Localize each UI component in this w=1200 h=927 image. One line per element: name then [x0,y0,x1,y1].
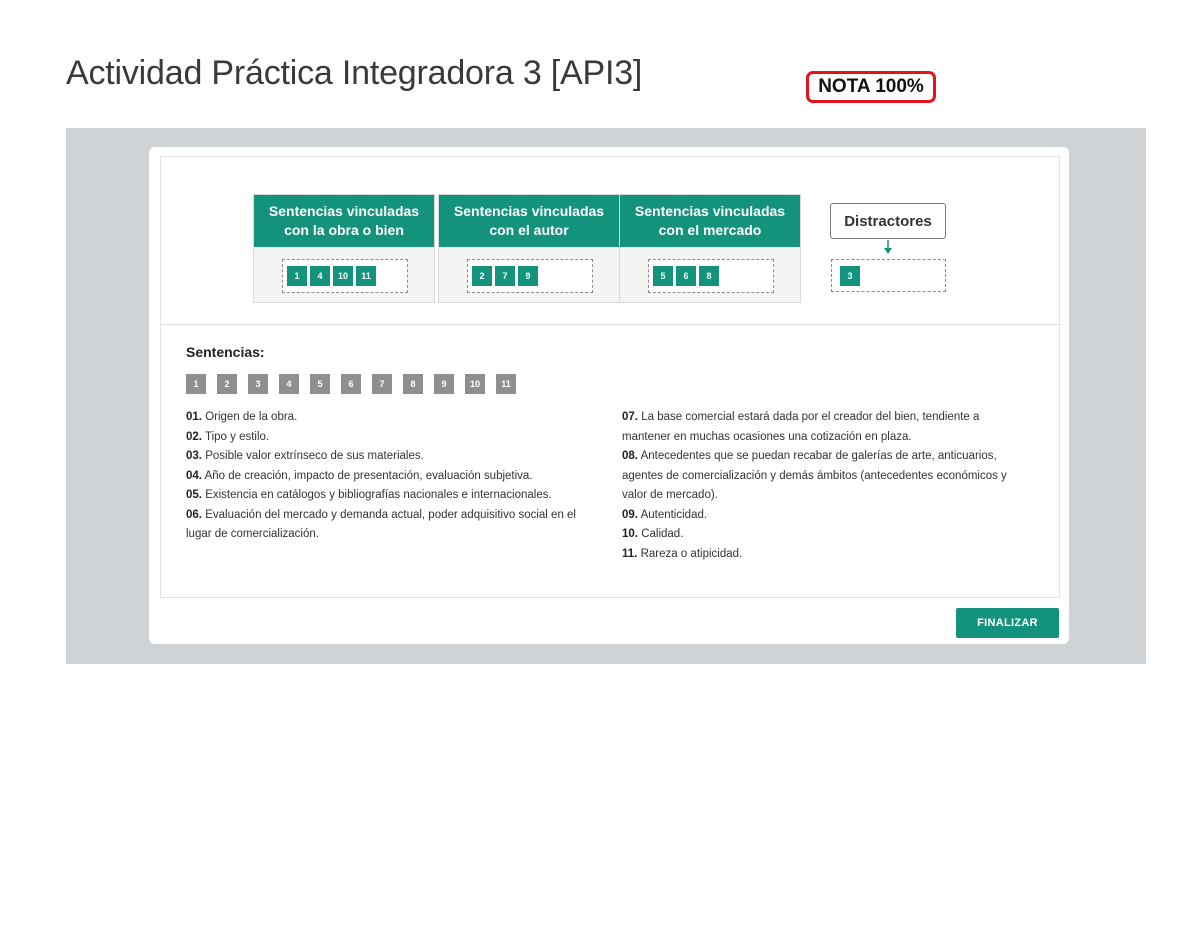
category-header: Sentencias vinculadas con el autor [439,195,619,247]
bank-chip[interactable]: 8 [403,374,423,394]
bank-chip[interactable]: 4 [279,374,299,394]
sentence-text: Antecedentes que se puedan recabar de ga… [622,450,1007,501]
sentence-number: 05. [186,489,202,501]
sentence-item: 11. Rareza o atipicidad. [622,545,1027,565]
sentence-bank: 1 2 3 4 5 6 7 8 9 10 11 [186,374,516,394]
sentence-text: Origen de la obra. [205,411,298,423]
sentence-text: Calidad. [641,528,684,540]
sentence-text: Tipo y estilo. [205,430,270,443]
sentence-chip[interactable]: 9 [518,266,538,286]
sentence-chip[interactable]: 5 [653,266,673,286]
bank-chip[interactable]: 7 [372,374,392,394]
sentence-item: 08. Antecedentes que se puedan recabar d… [622,447,1027,506]
bank-chip[interactable]: 9 [434,374,454,394]
sentence-text: Autenticidad. [640,508,708,521]
dropzone-mercado[interactable]: 5 6 8 [648,259,774,293]
sentence-number: 11. [622,547,638,560]
bank-chip[interactable]: 1 [186,374,206,394]
sentence-chip[interactable]: 8 [699,266,719,286]
sentence-number: 03. [186,450,202,462]
category-mercado: Sentencias vinculadas con el mercado 5 6… [619,194,801,303]
sentence-item: 10. Calidad. [622,525,1027,545]
sentence-chip[interactable]: 1 [287,266,307,286]
sentence-item: 07. La base comercial estará dada por el… [622,408,1027,447]
bank-chip[interactable]: 10 [465,374,485,394]
sentence-number: 08. [622,450,638,462]
sentence-number: 07. [622,411,638,423]
grade-badge: NOTA 100% [806,71,936,103]
sentence-chip[interactable]: 3 [840,265,860,286]
finish-button[interactable]: FINALIZAR [956,608,1059,638]
dropzone-distractors[interactable]: 3 [831,259,946,292]
sentence-number: 01. [186,411,202,423]
sentence-text: La base comercial estará dada por el cre… [622,411,980,443]
sentence-text: Posible valor extrínseco de sus material… [205,450,424,462]
sentence-number: 02. [186,430,202,443]
sentence-number: 09. [622,508,638,521]
sentence-number: 06. [186,508,202,521]
sentence-item: 06. Evaluación del mercado y demanda act… [186,506,596,545]
sentence-item: 03. Posible valor extrínseco de sus mate… [186,447,596,467]
dropzone-obra[interactable]: 1 4 10 11 [282,259,408,293]
category-header: Sentencias vinculadas con la obra o bien [254,195,434,247]
category-obra: Sentencias vinculadas con la obra o bien… [253,194,435,303]
sentence-item: 04. Año de creación, impacto de presenta… [186,467,596,487]
sentence-text: Año de creación, impacto de presentación… [204,469,533,482]
sentence-list-left: 01. Origen de la obra. 02. Tipo y estilo… [186,408,596,545]
bank-chip[interactable]: 5 [310,374,330,394]
sentence-item: 09. Autenticidad. [622,506,1027,526]
section-divider [160,324,1060,325]
category-header-label: Sentencias vinculadas con el autor [453,203,605,238]
sentence-chip[interactable]: 10 [333,266,353,286]
bank-chip[interactable]: 11 [496,374,516,394]
sentence-number: 04. [186,469,202,482]
bank-chip[interactable]: 2 [217,374,237,394]
sentence-text: Evaluación del mercado y demanda actual,… [186,508,576,541]
sentence-chip[interactable]: 7 [495,266,515,286]
sentence-number: 10. [622,528,638,540]
category-header: Sentencias vinculadas con el mercado [620,195,800,247]
sentence-chip[interactable]: 6 [676,266,696,286]
sentence-chip[interactable]: 2 [472,266,492,286]
category-header-label: Sentencias vinculadas con la obra o bien [268,203,420,238]
category-header-label: Sentencias vinculadas con el mercado [634,203,786,238]
arrow-down-icon [884,240,892,254]
sentence-text: Existencia en catálogos y bibliografías … [205,489,552,501]
bank-chip[interactable]: 3 [248,374,268,394]
bank-chip[interactable]: 6 [341,374,361,394]
sentence-item: 05. Existencia en catálogos y bibliograf… [186,486,596,506]
sentence-text: Rareza o atipicidad. [640,547,743,560]
sentence-list-right: 07. La base comercial estará dada por el… [622,408,1027,564]
category-autor: Sentencias vinculadas con el autor 2 7 9 [438,194,620,303]
sentence-item: 02. Tipo y estilo. [186,428,596,448]
sentence-chip[interactable]: 4 [310,266,330,286]
sentence-chip[interactable]: 11 [356,266,376,286]
distractors-label: Distractores [830,203,946,239]
dropzone-autor[interactable]: 2 7 9 [467,259,593,293]
sentence-item: 01. Origen de la obra. [186,408,596,428]
page-title: Actividad Práctica Integradora 3 [API3] [66,54,643,92]
sentences-heading: Sentencias: [186,344,265,360]
